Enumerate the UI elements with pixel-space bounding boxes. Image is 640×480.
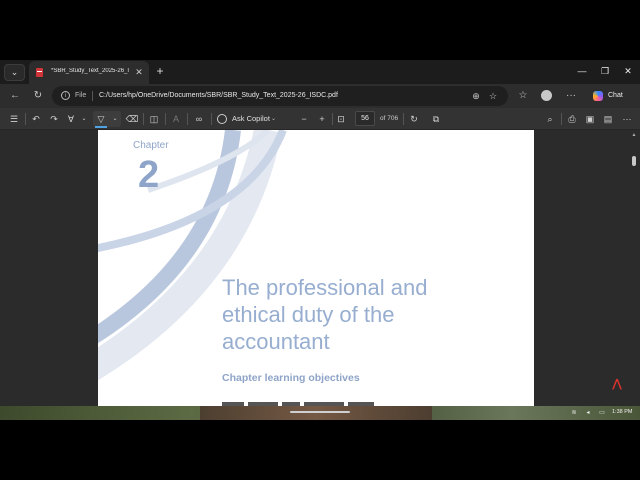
chapter-title: The professional and ethical duty of the… (222, 275, 428, 354)
new-tab-button[interactable]: + (153, 64, 167, 78)
refresh-icon[interactable]: ↻ (31, 89, 45, 103)
tab-strip: ⌄ *SBR_Study_Text_2025-26_ISDC.pdf ✕ + —… (0, 60, 640, 84)
toolbar-separator (332, 113, 333, 125)
save-icon[interactable]: ▣ (583, 112, 597, 126)
redo-icon[interactable]: ↷ (47, 112, 61, 126)
profile-avatar[interactable] (541, 90, 552, 101)
browser-tab[interactable]: *SBR_Study_Text_2025-26_ISDC.pdf ✕ (29, 61, 149, 84)
settings-more-icon[interactable]: ⋯ (620, 112, 634, 126)
browser-window: ⌄ *SBR_Study_Text_2025-26_ISDC.pdf ✕ + —… (0, 60, 640, 406)
chapter-label: Chapter (133, 140, 169, 151)
taskbar-active-indicator (290, 411, 350, 413)
pdf-page: Chapter 2 The professional and ethical d… (98, 130, 534, 406)
fit-page-icon[interactable]: ⊡ (334, 112, 348, 126)
wifi-icon[interactable]: ≋ (570, 409, 578, 417)
address-scheme-label: File (75, 92, 87, 99)
scroll-up-icon[interactable]: ▲ (630, 132, 638, 138)
pdf-toolbar: ☰ ↶ ↷ ∀ ⌄ ▽ ⌄ ⌫ ◫ A ∞ Ask Copilot ⌄ − + (0, 108, 640, 130)
read-aloud-icon[interactable]: ∞ (192, 112, 206, 126)
chat-button[interactable]: Chat (589, 88, 629, 104)
print-icon[interactable]: ⎙ (565, 112, 579, 126)
close-window-button[interactable]: ✕ (621, 64, 635, 78)
zoom-out-button[interactable]: − (297, 112, 311, 126)
highlight-dropdown-icon[interactable]: ⌄ (77, 112, 91, 126)
draw-icon[interactable]: ▽ (94, 112, 108, 126)
chat-label: Chat (608, 92, 623, 99)
highlight-icon[interactable]: ∀ (64, 112, 78, 126)
rotate-icon[interactable]: ↻ (407, 112, 421, 126)
acrobat-icon[interactable]: ⋀ (608, 375, 626, 393)
address-separator (92, 91, 93, 101)
toolbar-separator (211, 113, 212, 125)
contents-icon[interactable]: ☰ (7, 112, 21, 126)
taskbar: ≋ ◂ ▭ 1:38 PM (0, 406, 640, 420)
copilot-icon (593, 91, 603, 101)
restore-button[interactable]: ❐ (598, 64, 612, 78)
toolbar-separator (403, 113, 404, 125)
address-bar[interactable]: i File C:/Users/hp/OneDrive/Documents/SB… (52, 86, 508, 106)
toolbar-separator (143, 113, 144, 125)
total-pages-label: of 706 (380, 115, 399, 122)
two-page-icon[interactable]: ⧉ (429, 112, 443, 126)
objectives-heading: Chapter learning objectives (222, 372, 360, 384)
tab-actions-icon[interactable]: ⌄ (4, 64, 25, 81)
vertical-scrollbar[interactable]: ▲ (628, 130, 640, 406)
draw-dropdown-icon[interactable]: ⌄ (108, 112, 122, 126)
chevron-down-icon: ⌄ (271, 116, 277, 122)
toolbar-separator (187, 113, 188, 125)
save-as-icon[interactable]: ▤ (601, 112, 615, 126)
tab-title: *SBR_Study_Text_2025-26_ISDC.pdf (51, 68, 129, 74)
zoom-in-button[interactable]: + (315, 112, 329, 126)
text-icon[interactable]: A (169, 112, 183, 126)
erase-icon[interactable]: ⌫ (125, 112, 139, 126)
more-menu-icon[interactable]: ··· (564, 89, 578, 103)
page-view-icon[interactable]: ◫ (147, 112, 161, 126)
toolbar-separator (165, 113, 166, 125)
pdf-file-icon (36, 68, 43, 77)
decorative-arcs (98, 130, 287, 381)
back-icon[interactable]: ← (8, 89, 22, 103)
minimize-button[interactable]: — (575, 64, 589, 78)
zoom-icon[interactable]: ⊕ (470, 90, 482, 102)
battery-icon[interactable]: ▭ (598, 409, 606, 417)
copilot-small-icon (217, 114, 227, 124)
document-viewer[interactable]: Chapter 2 The professional and ethical d… (0, 130, 640, 406)
draw-color-indicator (95, 126, 107, 128)
toolbar-separator (561, 113, 562, 125)
navigation-bar: ← ↻ i File C:/Users/hp/OneDrive/Document… (0, 84, 640, 108)
undo-icon[interactable]: ↶ (29, 112, 43, 126)
chapter-number: 2 (138, 154, 160, 196)
volume-icon[interactable]: ◂ (584, 409, 592, 417)
tab-close-icon[interactable]: ✕ (133, 66, 145, 78)
page-number-input[interactable]: 56 (355, 111, 375, 126)
ask-copilot-button[interactable]: Ask Copilot ⌄ (217, 112, 279, 126)
scroll-thumb[interactable] (632, 156, 636, 166)
ask-copilot-label: Ask Copilot (232, 114, 270, 123)
favorites-icon[interactable]: ☆ (516, 89, 530, 103)
favorite-star-icon[interactable]: ☆ (487, 90, 499, 102)
address-url[interactable]: C:/Users/hp/OneDrive/Documents/SBR/SBR_S… (99, 92, 338, 99)
search-icon[interactable]: ⌕ (543, 112, 557, 126)
taskbar-wallpaper-strip (200, 406, 432, 420)
screen: ⌄ *SBR_Study_Text_2025-26_ISDC.pdf ✕ + —… (0, 0, 640, 480)
info-icon[interactable]: i (61, 91, 70, 100)
clock[interactable]: 1:38 PM (612, 409, 632, 415)
toolbar-separator (25, 113, 26, 125)
